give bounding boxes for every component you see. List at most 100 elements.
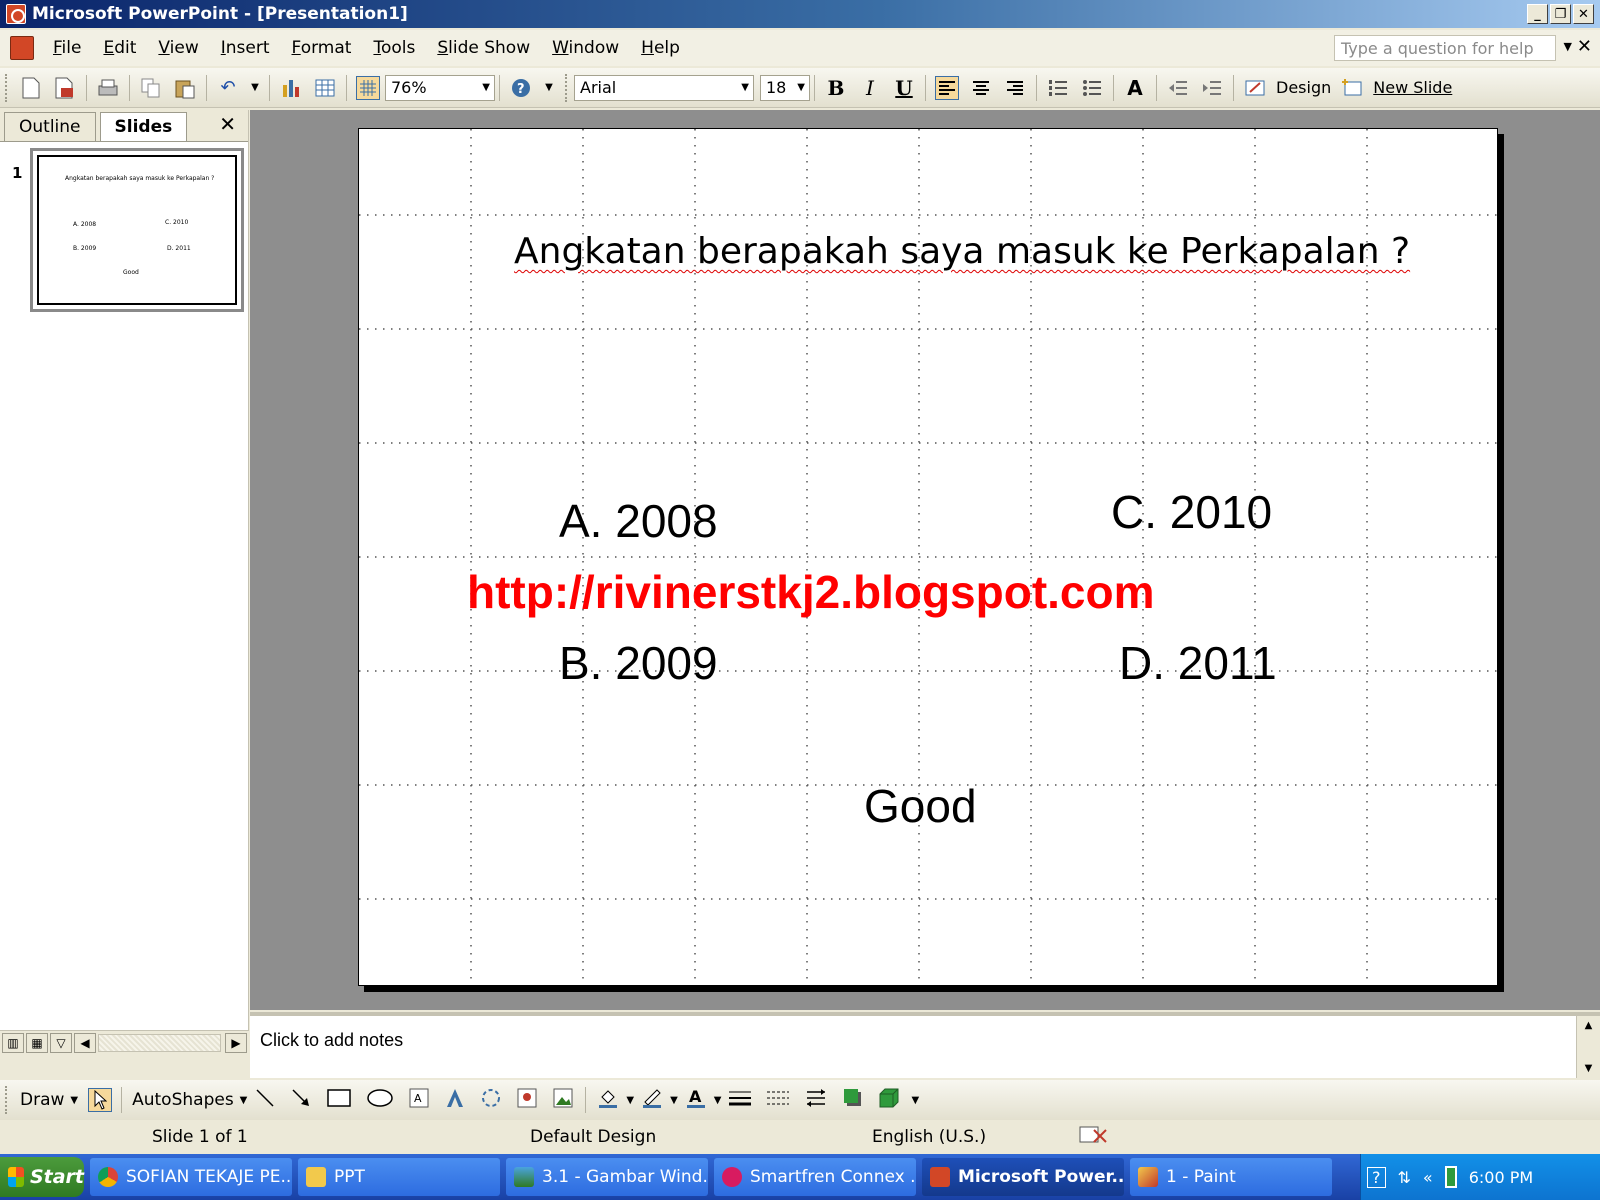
help-icon[interactable]: ? [1367, 1166, 1386, 1188]
menu-slide-show[interactable]: Slide Show [437, 38, 530, 58]
toolbar-options-icon[interactable]: ▼ [911, 1095, 919, 1106]
network-icon[interactable]: ⇅ [1398, 1168, 1411, 1187]
normal-view-icon[interactable]: ▥ [2, 1032, 24, 1053]
insert-picture-icon[interactable] [552, 1087, 574, 1114]
italic-button[interactable]: I [858, 76, 882, 100]
option-a[interactable]: A. 2008 [559, 494, 718, 548]
copy-icon[interactable] [139, 76, 163, 100]
new-icon[interactable] [19, 76, 43, 100]
new-slide-button[interactable]: New Slide [1373, 78, 1452, 97]
bold-button[interactable]: B [824, 76, 848, 100]
good-text[interactable]: Good [864, 779, 977, 833]
rectangle-icon[interactable] [326, 1087, 352, 1114]
select-objects-icon[interactable] [88, 1088, 113, 1112]
start-button[interactable]: Start [0, 1157, 84, 1197]
document-menu-icon[interactable] [10, 36, 34, 60]
show-grid-icon[interactable] [356, 75, 380, 100]
chevron-down-icon[interactable]: ▼ [626, 1095, 634, 1106]
menu-file[interactable]: File [53, 38, 81, 58]
shadow-style-icon[interactable] [842, 1087, 864, 1114]
insert-table-icon[interactable] [313, 76, 337, 100]
menu-view[interactable]: View [158, 38, 198, 58]
slide-canvas[interactable]: Angkatan berapakah saya masuk ke Perkapa… [358, 128, 1498, 986]
taskbar-item-smartfren[interactable]: Smartfren Connex ... [714, 1158, 916, 1196]
scroll-left-icon[interactable]: ◀ [74, 1032, 96, 1053]
toolbar-grip[interactable] [565, 73, 569, 102]
fill-color-icon[interactable] [597, 1087, 619, 1114]
slide-show-view-icon[interactable]: ▽ [50, 1032, 72, 1053]
toolbar-grip[interactable] [5, 73, 9, 102]
help-dropdown-icon[interactable]: ▼ [1564, 40, 1572, 53]
font-name-select[interactable]: Arial ▼ [574, 74, 754, 101]
help-icon[interactable]: ? [509, 76, 533, 100]
show-hidden-icons-icon[interactable]: « [1423, 1168, 1433, 1187]
menu-insert[interactable]: Insert [221, 38, 270, 58]
menu-edit[interactable]: Edit [103, 38, 136, 58]
zoom-select[interactable]: 76% ▼ [385, 74, 495, 101]
option-d[interactable]: D. 2011 [1119, 636, 1277, 690]
taskbar-item-image[interactable]: 3.1 - Gambar Wind... [506, 1158, 708, 1196]
menu-tools[interactable]: Tools [373, 38, 415, 58]
close-button[interactable]: ✕ [1573, 4, 1594, 24]
bullets-icon[interactable] [1080, 76, 1104, 100]
line-style-icon[interactable] [728, 1087, 752, 1114]
taskbar-item-folder[interactable]: PPT [298, 1158, 500, 1196]
option-b[interactable]: B. 2009 [559, 636, 718, 690]
design-button[interactable]: Design [1276, 78, 1331, 97]
line-color-icon[interactable] [641, 1087, 663, 1114]
toolbar-grip[interactable] [5, 1086, 9, 1114]
taskbar-item-paint[interactable]: 1 - Paint [1130, 1158, 1332, 1196]
numbering-icon[interactable] [1046, 76, 1070, 100]
document-close-button[interactable]: ✕ [1577, 36, 1592, 57]
slide-question[interactable]: Angkatan berapakah saya masuk ke Perkapa… [514, 231, 1410, 272]
restore-button[interactable]: ❐ [1550, 4, 1571, 24]
slide-sorter-view-icon[interactable]: ▦ [26, 1032, 48, 1053]
print-icon[interactable] [96, 76, 120, 100]
clip-art-icon[interactable] [516, 1087, 538, 1114]
align-left-icon[interactable] [935, 75, 959, 100]
align-center-icon[interactable] [969, 76, 993, 100]
text-box-icon[interactable]: A [408, 1087, 430, 1114]
dash-style-icon[interactable] [766, 1087, 790, 1114]
draw-menu-button[interactable]: Draw [20, 1090, 64, 1110]
paste-icon[interactable] [173, 76, 197, 100]
clock[interactable]: 6:00 PM [1469, 1168, 1533, 1187]
chevron-down-icon[interactable]: ▼ [670, 1095, 678, 1106]
line-icon[interactable] [254, 1087, 276, 1114]
arrow-icon[interactable] [290, 1087, 312, 1114]
taskbar-item-powerpoint[interactable]: Microsoft Power... [922, 1158, 1124, 1196]
slide-thumbnail[interactable]: Angkatan berapakah saya masuk ke Perkapa… [30, 148, 244, 312]
wordart-icon[interactable] [444, 1087, 466, 1114]
increase-font-size-icon[interactable]: A [1123, 76, 1147, 100]
oval-icon[interactable] [366, 1087, 394, 1114]
powerpoint-app-icon[interactable] [6, 4, 26, 24]
scroll-up-icon[interactable]: ▲ [1585, 1020, 1593, 1031]
design-icon[interactable] [1243, 76, 1267, 100]
arrow-style-icon[interactable] [804, 1087, 828, 1114]
option-c[interactable]: C. 2010 [1111, 485, 1272, 539]
toolbar-options-icon[interactable]: ▼ [543, 76, 555, 100]
font-size-select[interactable]: 18 ▼ [760, 74, 810, 101]
minimize-button[interactable]: _ [1527, 4, 1548, 24]
battery-icon[interactable] [1444, 1166, 1457, 1188]
scroll-right-icon[interactable]: ▶ [225, 1032, 247, 1053]
open-pdf-icon[interactable] [53, 76, 77, 100]
notes-pane[interactable]: Click to add notes ▲ ▼ [250, 1012, 1600, 1078]
new-slide-icon[interactable] [1340, 76, 1364, 100]
notes-placeholder[interactable]: Click to add notes [260, 1030, 403, 1051]
menu-window[interactable]: Window [552, 38, 619, 58]
tab-slides[interactable]: Slides [99, 112, 188, 141]
menu-format[interactable]: Format [292, 38, 352, 58]
horizontal-scrollbar[interactable] [98, 1033, 221, 1052]
3d-style-icon[interactable] [878, 1087, 900, 1114]
chevron-down-icon[interactable]: ▼ [714, 1095, 722, 1106]
insert-chart-icon[interactable] [279, 76, 303, 100]
undo-dropdown-icon[interactable]: ▼ [250, 76, 260, 100]
font-color-icon[interactable]: A [685, 1087, 707, 1114]
notes-scrollbar[interactable]: ▲ ▼ [1576, 1016, 1600, 1078]
help-search-input[interactable]: Type a question for help [1334, 35, 1556, 61]
scroll-down-icon[interactable]: ▼ [1585, 1063, 1593, 1074]
diagram-icon[interactable] [480, 1087, 502, 1114]
underline-button[interactable]: U [892, 76, 916, 100]
menu-help[interactable]: Help [641, 38, 680, 58]
